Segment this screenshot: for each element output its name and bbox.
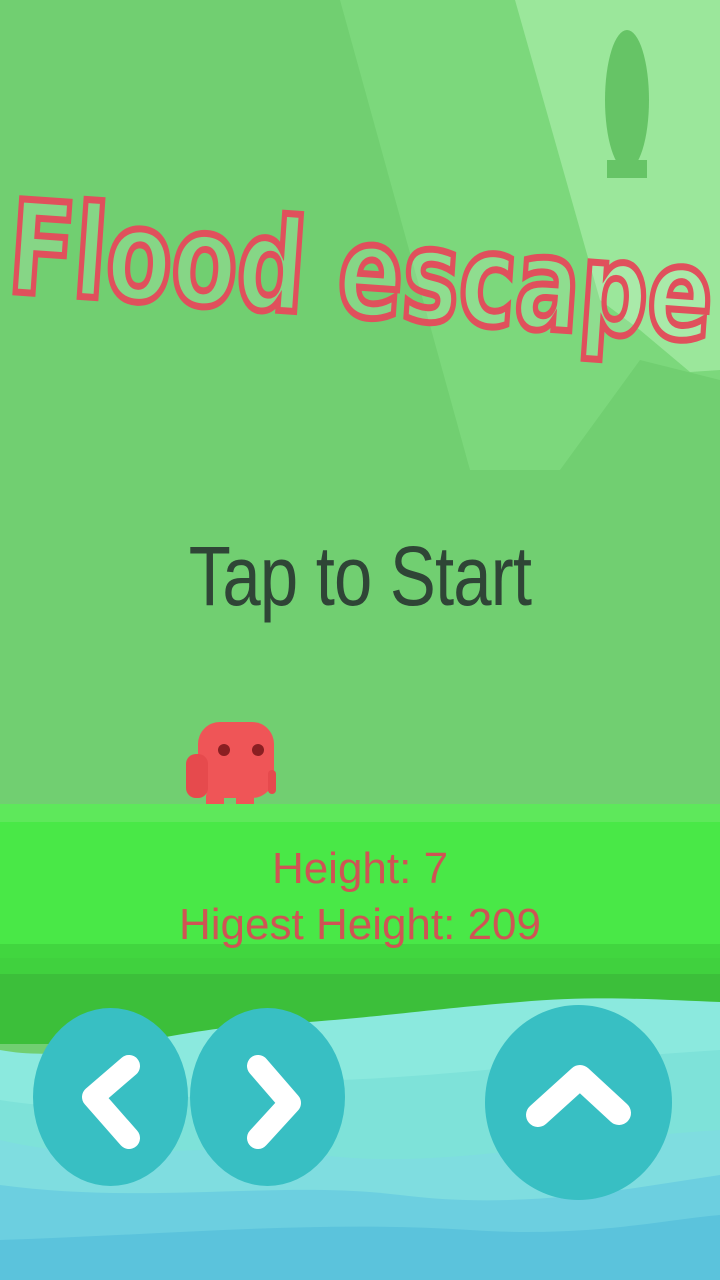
chevron-right-icon xyxy=(247,1055,301,1149)
chevron-up-icon xyxy=(526,1065,631,1127)
jump-button[interactable] xyxy=(485,1005,672,1200)
game-canvas[interactable]: Flood escape Tap to Start Height: 7 Hige… xyxy=(0,0,720,1280)
highest-height-score: Higest Height: 209 xyxy=(179,900,541,949)
move-right-button[interactable] xyxy=(190,1008,345,1186)
game-title: Flood escape xyxy=(0,168,720,398)
game-title-text: Flood escape xyxy=(4,174,718,372)
chevron-left-icon xyxy=(82,1055,140,1149)
height-score: Height: 7 xyxy=(271,844,449,893)
move-left-button[interactable] xyxy=(33,1008,188,1186)
tap-to-start-label[interactable]: Tap to Start xyxy=(65,528,655,625)
player-character xyxy=(186,722,276,814)
